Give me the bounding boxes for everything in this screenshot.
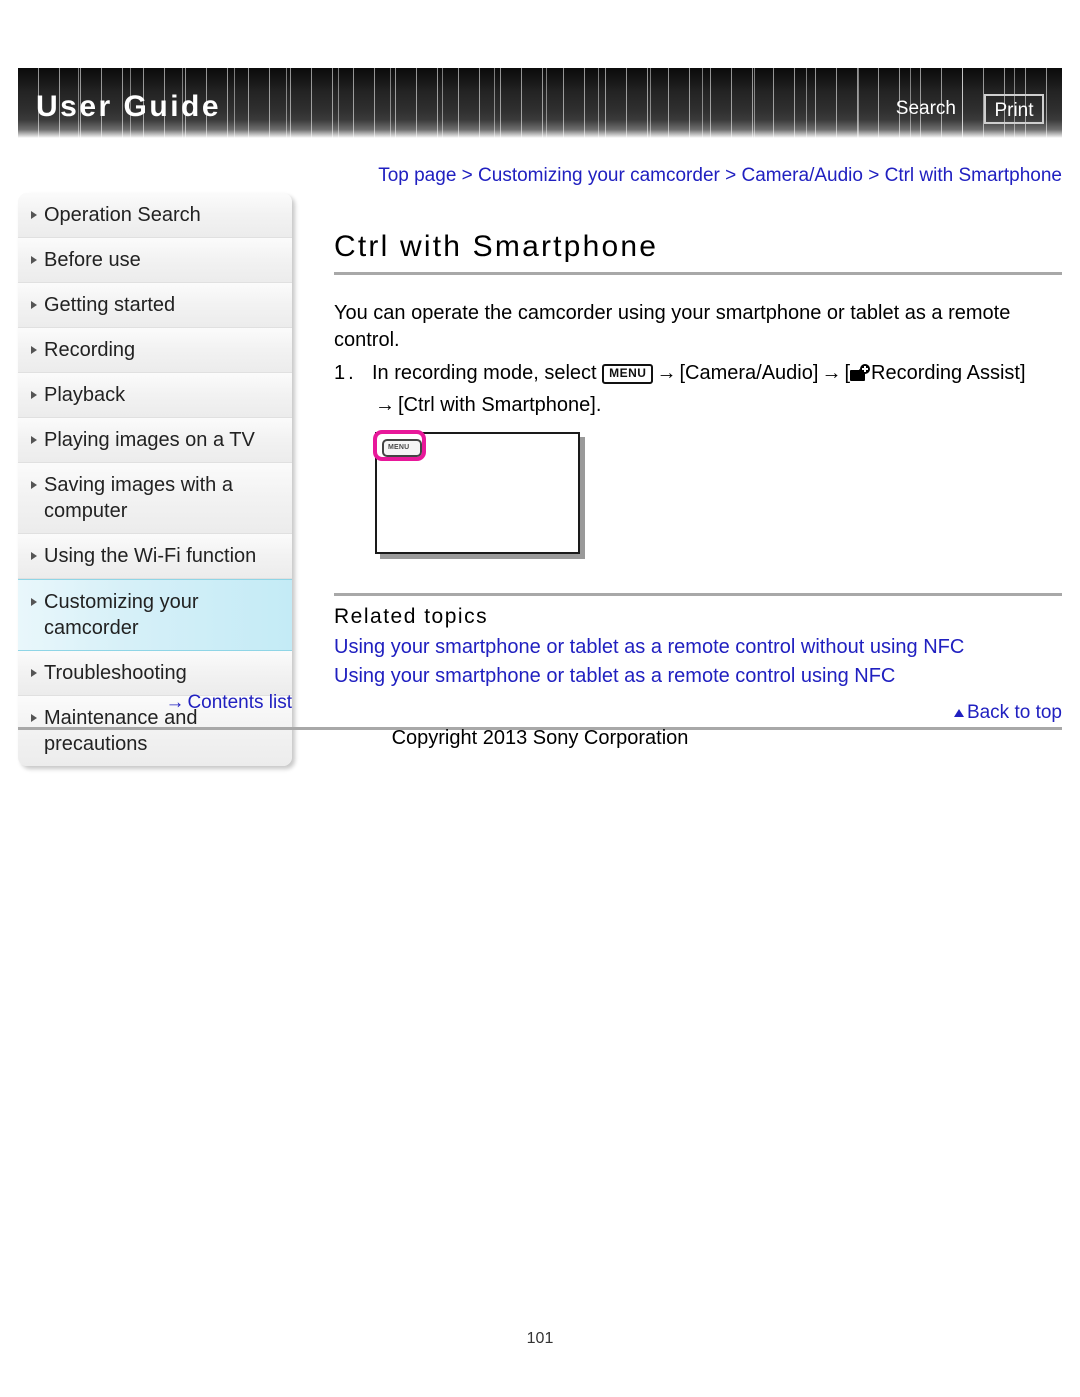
search-button[interactable]: Search: [896, 98, 956, 120]
recording-assist-icon: [850, 364, 870, 381]
right-arrow-icon: →: [165, 692, 185, 713]
right-arrow-icon: →: [656, 362, 677, 384]
sidebar-item-using-the-wifi-function[interactable]: Using the Wi-Fi function: [18, 534, 292, 579]
related-topic-link-2[interactable]: Using your smartphone or tablet as a rem…: [334, 665, 895, 688]
camcorder-screen-figure: MENU: [375, 432, 580, 554]
related-topics-heading: Related topics: [334, 605, 489, 628]
sidebar-item-label: Operation Search: [44, 204, 201, 226]
title-divider: [334, 272, 1062, 275]
back-to-top-link[interactable]: Back to top: [953, 702, 1062, 724]
sidebar-item-label: Getting started: [44, 294, 176, 316]
sidebar-item-saving-images-with-a-computer[interactable]: Saving images with a computer: [18, 463, 292, 534]
step-text-prefix: In recording mode, select: [372, 362, 597, 384]
print-button[interactable]: Print: [984, 94, 1044, 124]
figure-menu-button: MENU: [382, 439, 422, 457]
sidebar-item-label: Recording: [44, 339, 136, 361]
figure-menu-button-label: MENU: [388, 444, 410, 451]
sidebar-item-recording[interactable]: Recording: [18, 328, 292, 373]
sidebar-item-playback[interactable]: Playback: [18, 373, 292, 418]
menu-icon: MENU: [602, 364, 654, 384]
step-camera-audio-label: [Camera/Audio]: [679, 362, 819, 384]
step-ctrl-with-smartphone-label: [Ctrl with Smartphone].: [398, 394, 602, 416]
sidebar-item-label: Customizing your camcorder: [44, 591, 199, 639]
sidebar-item-before-use[interactable]: Before use: [18, 238, 292, 283]
app-title: User Guide: [36, 90, 222, 123]
related-topics-divider: [334, 593, 1062, 596]
sidebar-item-label: Before use: [44, 249, 141, 271]
sidebar-item-troubleshooting[interactable]: Troubleshooting: [18, 651, 292, 696]
caret-up-icon: [953, 709, 964, 717]
sidebar-item-customizing-your-camcorder[interactable]: Customizing your camcorder: [18, 579, 292, 651]
contents-list-link[interactable]: → Contents list: [18, 692, 292, 714]
header-banner: User Guide Search Print: [18, 68, 1062, 138]
sidebar-item-playing-images-on-a-tv[interactable]: Playing images on a TV: [18, 418, 292, 463]
step-recording-assist-label: Recording Assist]: [871, 362, 1026, 384]
sidebar-item-label: Saving images with a computer: [44, 474, 233, 522]
page-number: 101: [526, 1330, 554, 1347]
step-1: 1. In recording mode, select MENU → [Camer…: [334, 357, 1054, 421]
sidebar-item-label: Playing images on a TV: [44, 429, 255, 451]
intro-paragraph: You can operate the camcorder using your…: [334, 302, 1011, 351]
contents-list-label: Contents list: [187, 692, 292, 713]
step-line-2: → [Ctrl with Smartphone].: [372, 389, 1054, 421]
step-number: 1.: [334, 362, 357, 384]
page-title: Ctrl with Smartphone: [334, 230, 659, 263]
sidebar-nav: Operation Search Before use Getting star…: [18, 193, 292, 766]
back-to-top-label: Back to top: [966, 702, 1062, 723]
right-arrow-icon: →: [375, 394, 395, 416]
right-arrow-icon: →: [821, 362, 842, 384]
sidebar-item-label: Using the Wi-Fi function: [44, 545, 257, 567]
step-line-1: In recording mode, select MENU → [Camera/A…: [372, 357, 1054, 389]
sidebar-item-label: Troubleshooting: [44, 662, 187, 684]
copyright-text: Copyright 2013 Sony Corporation: [391, 727, 689, 749]
sidebar-item-label: Playback: [44, 384, 126, 406]
related-topic-link-1[interactable]: Using your smartphone or tablet as a rem…: [334, 636, 964, 659]
breadcrumb[interactable]: Top page > Customizing your camcorder > …: [334, 164, 1062, 188]
sidebar-item-operation-search[interactable]: Operation Search: [18, 193, 292, 238]
sidebar-item-getting-started[interactable]: Getting started: [18, 283, 292, 328]
